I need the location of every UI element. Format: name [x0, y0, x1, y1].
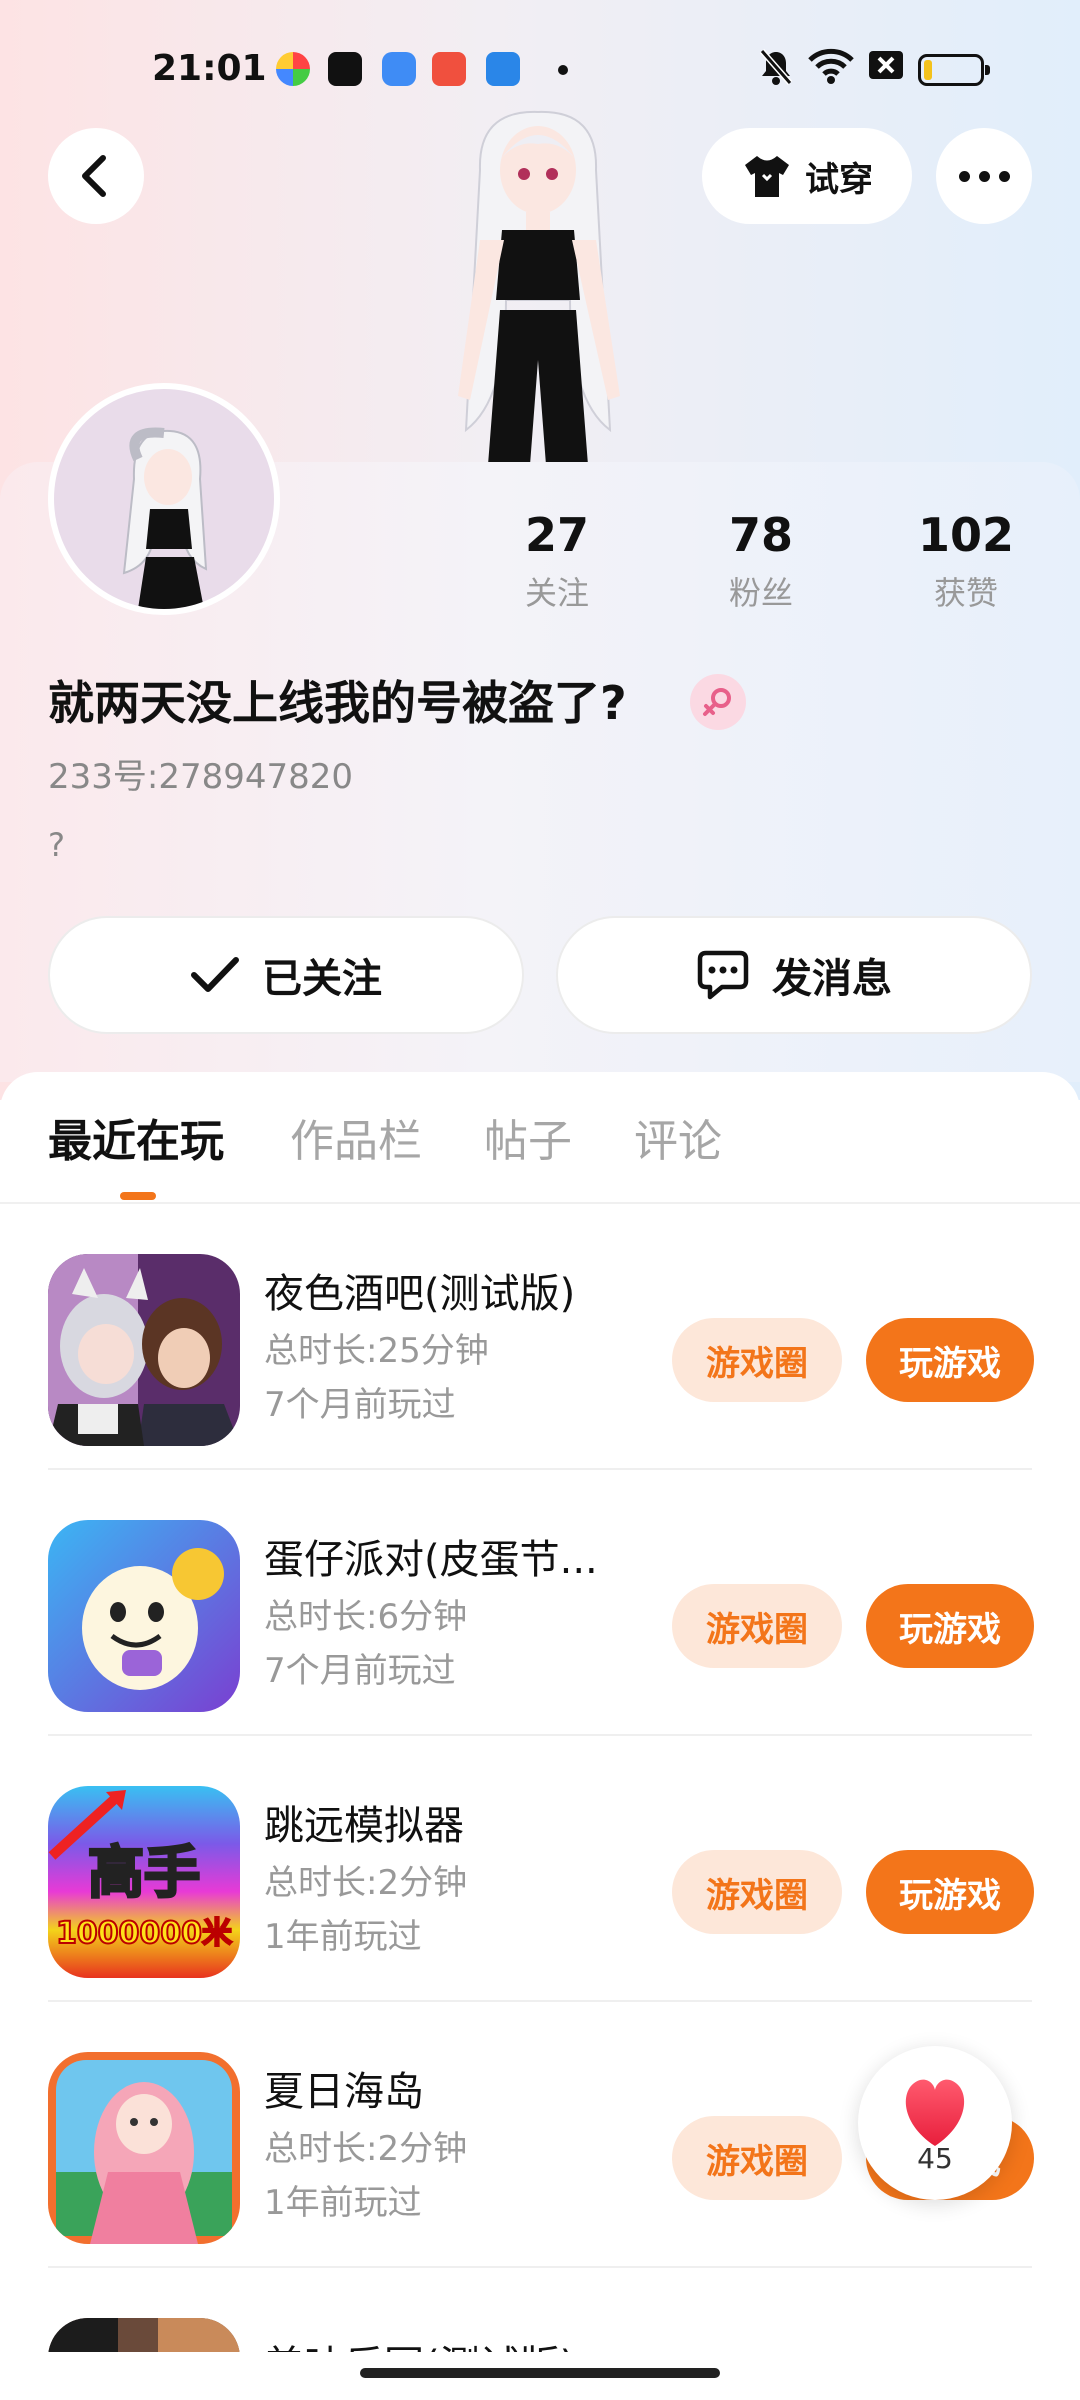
like-button[interactable]: 45 [858, 2046, 1012, 2200]
stat-followers-label: 粉丝 [728, 574, 793, 612]
game-icon-summer-island[interactable] [48, 2052, 240, 2244]
following-label: 已关注 [262, 956, 382, 1002]
female-gender-icon [690, 674, 746, 730]
stat-following-count: 27 [524, 508, 589, 562]
game-icon-night-bar[interactable] [48, 1254, 240, 1446]
play-game-button[interactable]: 玩游戏 [866, 1318, 1034, 1402]
wifi-icon [808, 48, 854, 93]
game-last-played: 1年前玩过 [264, 1917, 422, 1957]
game-icon-eggy-party[interactable] [48, 1520, 240, 1712]
game-icon-text-distance: 1000000米 [55, 1915, 233, 1952]
avatar[interactable] [48, 383, 280, 615]
game-title: 夏日海岛 [264, 2069, 424, 2115]
profile-tabs: 最近在玩 作品栏 帖子 评论 [0, 1072, 1080, 1204]
game-icon-long-jump[interactable]: 高手 1000000米 [48, 1786, 240, 1978]
send-message-button[interactable]: 发消息 [556, 916, 1032, 1034]
game-title: 跳远模拟器 [264, 1803, 464, 1849]
profile-nickname: 就两天没上线我的号被盗了? [48, 676, 627, 730]
profile-bio: ? [48, 826, 65, 864]
try-on-label: 试穿 [805, 159, 873, 200]
notification-dot-icon [558, 65, 568, 75]
game-item[interactable]: 蛋仔派对(皮蛋节... 总时长:6分钟 7个月前玩过 游戏圈 玩游戏 [48, 1470, 1034, 1736]
game-duration: 总时长:2分钟 [264, 2129, 468, 2169]
game-title: 蛋仔派对(皮蛋节... [264, 1537, 598, 1583]
play-game-button[interactable]: 玩游戏 [866, 1584, 1034, 1668]
mute-bell-icon [758, 48, 794, 95]
stat-likes[interactable]: 102 获赞 [886, 505, 1046, 615]
stat-likes-label: 获赞 [933, 574, 998, 612]
stat-followers[interactable]: 78 粉丝 [681, 505, 841, 615]
back-button[interactable] [48, 128, 144, 224]
game-duration: 总时长:25分钟 [264, 1331, 489, 1371]
tab-comments[interactable]: 评论 [634, 1112, 722, 1172]
stat-likes-count: 102 [917, 508, 1015, 562]
blue-arrow-app-icon [486, 52, 520, 86]
game-last-played: 7个月前玩过 [264, 1385, 456, 1425]
game-item[interactable]: 高手 1000000米 跳远模拟器 总时长:2分钟 1年前玩过 游戏圈 玩游戏 [48, 1736, 1034, 2002]
close-box-icon [868, 48, 904, 91]
home-indicator[interactable] [360, 2368, 720, 2378]
try-on-button[interactable]: 试穿 [702, 128, 912, 224]
tab-recently-played[interactable]: 最近在玩 [48, 1112, 224, 1172]
game-icon-text-master: 高手 [87, 1840, 202, 1908]
game-last-played: 1年前玩过 [264, 2183, 422, 2223]
tab-works[interactable]: 作品栏 [290, 1112, 422, 1172]
music-app-icon [432, 52, 466, 86]
game-last-played: 7个月前玩过 [264, 1651, 456, 1691]
tiktok-icon [328, 52, 362, 86]
game-item[interactable]: 夜色酒吧(测试版) 总时长:25分钟 7个月前玩过 游戏圈 玩游戏 [48, 1204, 1034, 1470]
more-dots-icon [958, 170, 970, 182]
game-circle-button[interactable]: 游戏圈 [672, 2116, 842, 2200]
game-title: 夜色酒吧(测试版) [264, 1271, 576, 1317]
stat-following-label: 关注 [524, 574, 589, 612]
tab-posts[interactable]: 帖子 [484, 1112, 572, 1172]
game-circle-button[interactable]: 游戏圈 [672, 1850, 842, 1934]
blue-app-icon [382, 52, 416, 86]
chevron-left-icon [82, 155, 106, 197]
more-options-button[interactable] [936, 128, 1032, 224]
game-circle-button[interactable]: 游戏圈 [672, 1584, 842, 1668]
tshirt-icon [745, 156, 789, 197]
user-id: 233号:278947820 [48, 757, 354, 797]
game-duration: 总时长:6分钟 [264, 1597, 468, 1637]
game-circle-button[interactable]: 游戏圈 [672, 1318, 842, 1402]
active-tab-indicator [120, 1192, 156, 1200]
battery-icon [918, 54, 990, 86]
status-bar: 21:01 [0, 40, 1080, 100]
status-time: 21:01 [152, 48, 267, 89]
checkmark-icon [191, 957, 239, 992]
avatar-3d-figure[interactable] [420, 100, 660, 465]
following-button[interactable]: 已关注 [48, 916, 524, 1034]
game-duration: 总时长:2分钟 [264, 1863, 468, 1903]
battery-level [924, 60, 932, 80]
multicolor-app-icon [276, 52, 310, 86]
like-count: 45 [917, 2142, 953, 2175]
send-message-label: 发消息 [772, 956, 892, 1002]
stat-following[interactable]: 27 关注 [477, 505, 637, 615]
play-game-button[interactable]: 玩游戏 [866, 1850, 1034, 1934]
chat-bubble-icon [697, 950, 749, 1000]
stat-followers-count: 78 [728, 508, 793, 562]
